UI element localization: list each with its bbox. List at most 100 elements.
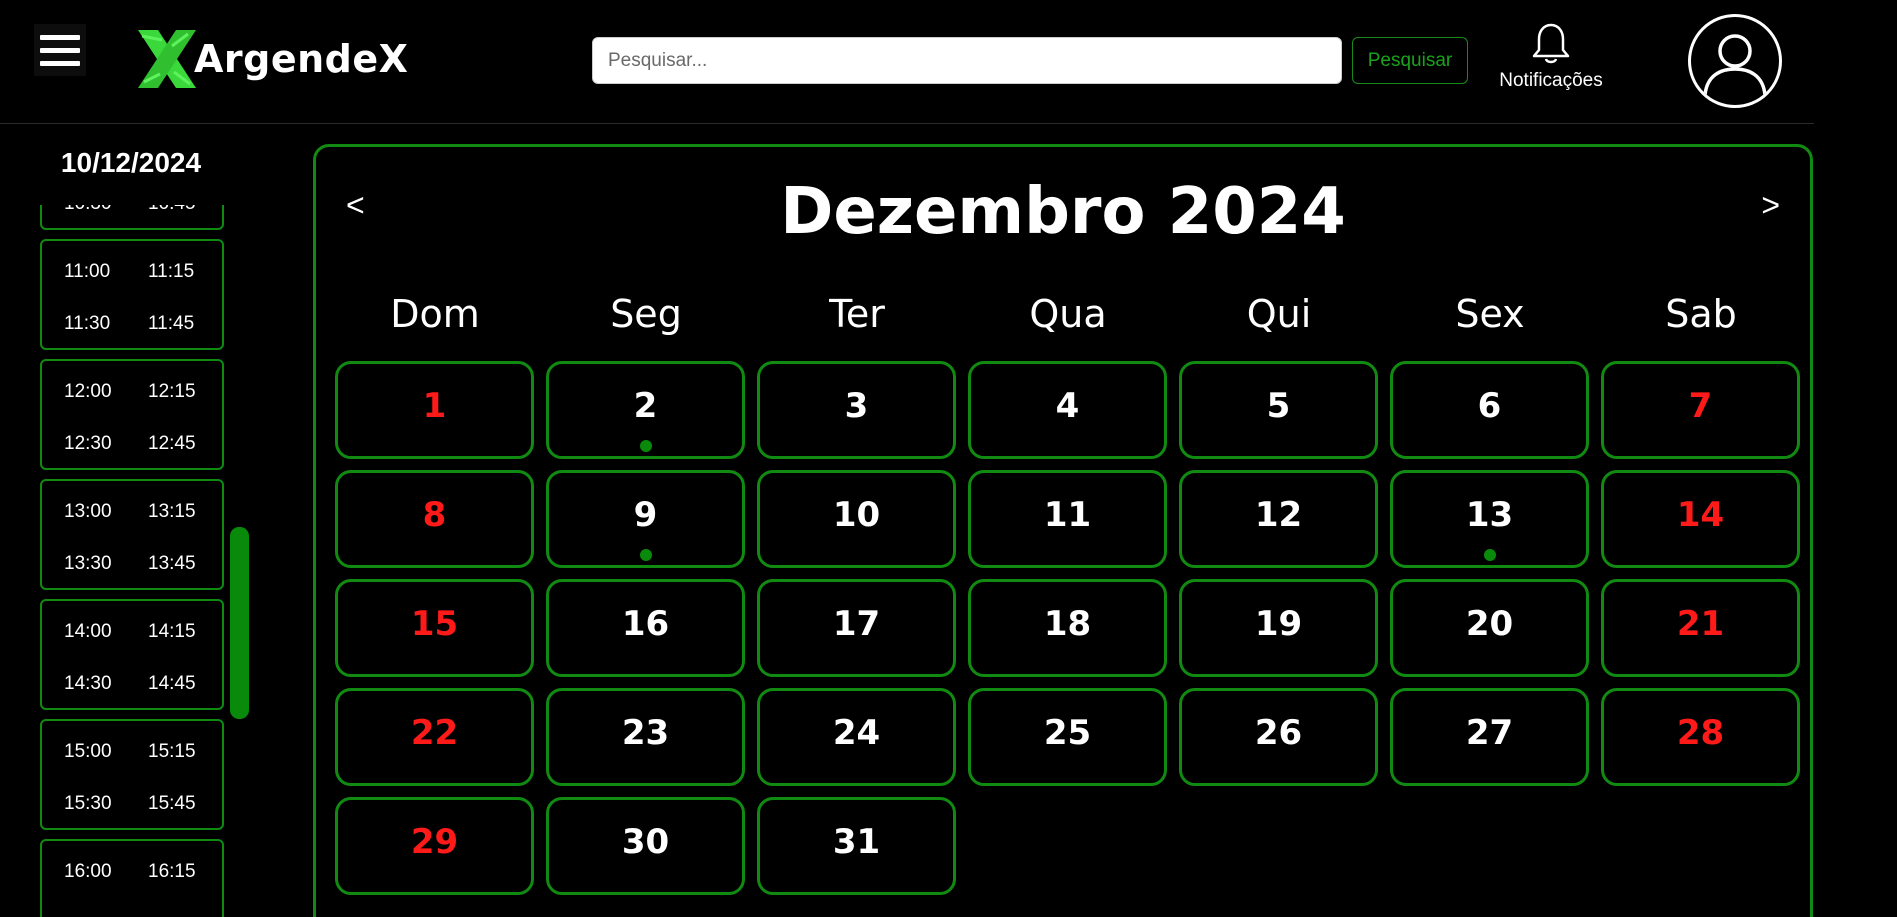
calendar-day[interactable]: 10 [757,470,956,568]
day-number: 25 [1043,713,1092,753]
time-slot[interactable]: 10:30 [64,205,112,215]
time-slot[interactable]: 12:30 [64,433,112,455]
time-slot[interactable]: 15:45 [148,793,196,815]
bell-icon [1532,23,1570,64]
time-slot[interactable]: 13:00 [64,501,112,523]
calendar-day[interactable]: 6 [1390,361,1589,459]
time-slot[interactable]: 14:30 [64,673,112,695]
user-avatar[interactable] [1688,14,1782,108]
time-slot[interactable]: 13:15 [148,501,196,523]
calendar-day[interactable]: 20 [1390,579,1589,677]
weekday-header: Sex [1455,292,1525,336]
calendar-day[interactable]: 2 [546,361,745,459]
day-number: 22 [410,713,459,753]
next-month-button[interactable]: > [1761,187,1780,224]
sidebar-scrollbar[interactable] [230,527,249,719]
time-slot[interactable]: 11:45 [148,313,194,335]
day-number: 24 [832,713,881,753]
time-slot-list[interactable]: 10:30 10:45 11:00 11:15 11:30 11:45 12:00 12:15… [0,205,240,917]
calendar-day[interactable]: 26 [1179,688,1378,786]
day-number: 18 [1043,604,1092,644]
day-number: 28 [1676,713,1725,753]
calendar-day[interactable]: 18 [968,579,1167,677]
hamburger-menu-icon[interactable] [34,24,86,76]
weekday-header: Dom [390,292,480,336]
time-slot[interactable]: 11:30 [64,313,110,335]
day-number: 1 [422,386,447,426]
time-slot[interactable]: 14:15 [148,621,196,643]
calendar-day[interactable]: 24 [757,688,956,786]
time-slot[interactable]: 16:00 [64,861,112,883]
day-number: 10 [832,495,881,535]
calendar-day[interactable]: 1 [335,361,534,459]
time-slot[interactable]: 15:00 [64,741,112,763]
notifications-label: Notificações [1499,70,1603,91]
time-slot[interactable]: 15:15 [148,741,196,763]
day-number: 27 [1465,713,1514,753]
time-slot[interactable]: 13:45 [148,553,196,575]
calendar-day[interactable]: 31 [757,797,956,895]
calendar-day[interactable]: 22 [335,688,534,786]
calendar-day[interactable]: 8 [335,470,534,568]
weekday-header: Sab [1665,292,1737,336]
event-indicator-dot [639,549,652,561]
selected-date: 10/12/2024 [60,147,202,178]
time-slot[interactable]: 16:15 [148,861,196,883]
calendar-day[interactable]: 12 [1179,470,1378,568]
calendar-day[interactable]: 25 [968,688,1167,786]
day-number: 30 [621,822,670,862]
time-slot-group: 12:00 12:15 12:30 12:45 [40,359,224,470]
calendar-day[interactable]: 29 [335,797,534,895]
time-slot[interactable]: 13:30 [64,553,112,575]
time-slot-group: 13:00 13:15 13:30 13:45 [40,479,224,590]
calendar-day[interactable]: 16 [546,579,745,677]
calendar-day[interactable]: 14 [1601,470,1800,568]
calendar-day[interactable]: 13 [1390,470,1589,568]
day-number: 4 [1055,386,1080,426]
time-slot[interactable]: 12:15 [148,381,196,403]
day-number: 3 [844,386,869,426]
day-number: 21 [1676,604,1725,644]
day-number: 19 [1254,604,1303,644]
calendar-panel: < Dezembro 2024 > Dom Seg Ter Qua Qui Sex Sab 1… [313,144,1813,917]
time-slot[interactable]: 11:15 [148,261,194,283]
calendar-day[interactable]: 28 [1601,688,1800,786]
day-number: 14 [1676,495,1725,535]
day-number: 5 [1266,386,1291,426]
time-slot[interactable]: 12:45 [148,433,196,455]
time-slot[interactable]: 14:45 [148,673,196,695]
time-slot-group: 16:00 16:15 [40,839,224,917]
time-slot-group: 10:30 10:45 [40,205,224,230]
calendar-day[interactable]: 3 [757,361,956,459]
app-logo[interactable]: ArgendeX [132,26,408,92]
calendar-day[interactable]: 7 [1601,361,1800,459]
calendar-day[interactable]: 4 [968,361,1167,459]
calendar-day[interactable]: 17 [757,579,956,677]
search-input[interactable] [592,37,1342,84]
calendar-day[interactable]: 27 [1390,688,1589,786]
day-number: 7 [1688,386,1713,426]
day-number: 23 [621,713,670,753]
time-slot[interactable]: 10:45 [148,205,196,215]
calendar-day[interactable]: 30 [546,797,745,895]
calendar-day[interactable]: 15 [335,579,534,677]
weekday-header: Qua [1029,292,1107,336]
event-indicator-dot [639,440,652,452]
day-number: 29 [410,822,459,862]
time-slot[interactable]: 15:30 [64,793,112,815]
notifications-button[interactable]: Notificações [1490,22,1612,92]
calendar-day[interactable]: 9 [546,470,745,568]
calendar-day[interactable]: 23 [546,688,745,786]
time-slot[interactable]: 12:00 [64,381,112,403]
time-slot-group: 14:00 14:15 14:30 14:45 [40,599,224,710]
calendar-day[interactable]: 21 [1601,579,1800,677]
time-slot[interactable]: 14:00 [64,621,112,643]
calendar-day[interactable]: 11 [968,470,1167,568]
day-number: 11 [1043,495,1092,535]
calendar-day[interactable]: 5 [1179,361,1378,459]
weekday-header: Ter [829,292,885,336]
calendar-day[interactable]: 19 [1179,579,1378,677]
day-number: 16 [621,604,670,644]
search-button[interactable]: Pesquisar [1352,37,1468,84]
time-slot[interactable]: 11:00 [64,261,110,283]
